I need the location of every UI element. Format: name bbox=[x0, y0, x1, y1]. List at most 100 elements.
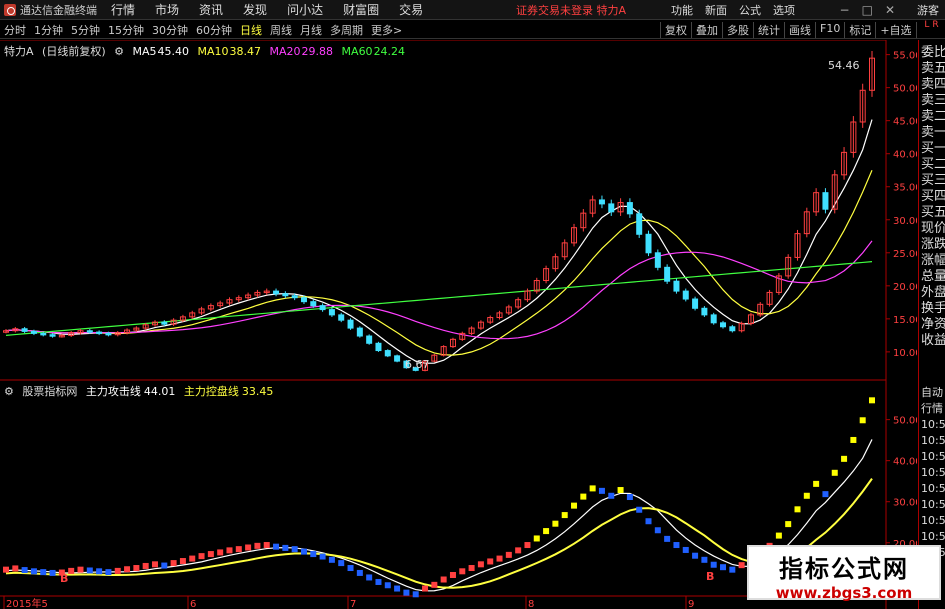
candle-body bbox=[356, 327, 363, 337]
tool-overlay[interactable]: 叠加 bbox=[691, 21, 722, 38]
candle-body bbox=[338, 314, 345, 321]
period-monthly[interactable]: 月线 bbox=[296, 22, 326, 38]
tool-stats[interactable]: 统计 bbox=[753, 21, 784, 38]
period-15min[interactable]: 15分钟 bbox=[104, 22, 148, 38]
signal-bar bbox=[505, 551, 512, 558]
signal-bar bbox=[217, 549, 224, 556]
signal-bar bbox=[114, 567, 121, 574]
tool-multi-stock[interactable]: 多股 bbox=[722, 21, 753, 38]
ma20-name: MA20 bbox=[269, 45, 301, 58]
signal-bar bbox=[263, 542, 270, 549]
menu-item-discover[interactable]: 发现 bbox=[243, 1, 267, 18]
signal-bar bbox=[189, 555, 196, 562]
signal-bar bbox=[869, 397, 875, 404]
ma60-value: 24.24 bbox=[373, 45, 406, 58]
signal-bar bbox=[412, 591, 419, 598]
period-30min[interactable]: 30分钟 bbox=[148, 22, 192, 38]
y-tick-label: 15.00 bbox=[893, 315, 917, 326]
control-line-name: 主力控盘线 bbox=[183, 385, 239, 398]
candle-body bbox=[384, 350, 391, 357]
candle-body bbox=[300, 297, 307, 303]
close-icon[interactable]: ✕ bbox=[885, 3, 895, 17]
signal-bar bbox=[487, 558, 494, 565]
menu-options[interactable]: 选项 bbox=[773, 2, 795, 18]
signal-bar bbox=[151, 561, 158, 568]
period-daily[interactable]: 日线 bbox=[236, 22, 266, 38]
sidebar-time-item: 自动 bbox=[921, 386, 943, 399]
kline-chart[interactable]: 55.00 50.00 45.00 40.00 35.00 30.00 25.00 20.00… bbox=[0, 39, 922, 609]
signal-bar bbox=[422, 585, 429, 592]
period-timeshare[interactable]: 分时 bbox=[0, 22, 30, 38]
candle-body bbox=[347, 319, 354, 329]
signal-bar bbox=[589, 485, 596, 492]
menu-item-market[interactable]: 市场 bbox=[155, 1, 179, 18]
sidebar-item: 卖四 bbox=[921, 77, 945, 92]
period-more[interactable]: 更多> bbox=[367, 22, 406, 38]
menu-new-page[interactable]: 新面 bbox=[705, 2, 727, 18]
sub-y-tick-label: 40.00 bbox=[893, 457, 917, 468]
y-tick-label: 25.00 bbox=[893, 249, 917, 260]
menu-item-quotes[interactable]: 行情 bbox=[111, 1, 135, 18]
signal-bar bbox=[49, 569, 56, 576]
candle-body bbox=[673, 280, 680, 292]
signal-bar bbox=[133, 565, 140, 572]
lr-left: L bbox=[924, 20, 930, 30]
lr-indicator[interactable]: L R bbox=[918, 21, 945, 40]
candle-body bbox=[273, 290, 280, 295]
signal-bar bbox=[524, 542, 531, 549]
x-tick-label: 2015年5 bbox=[6, 597, 48, 609]
menu-item-wealth[interactable]: 财富圈 bbox=[343, 1, 379, 18]
signal-bar bbox=[850, 436, 857, 443]
sidebar-item: 卖三 bbox=[921, 93, 945, 108]
signal-bar bbox=[682, 546, 689, 553]
sidebar-time-item: 10:51 bbox=[921, 466, 945, 479]
signal-bar bbox=[86, 567, 93, 574]
signal-bar bbox=[515, 547, 522, 554]
period-60min[interactable]: 60分钟 bbox=[192, 22, 236, 38]
menu-item-trade[interactable]: 交易 bbox=[399, 1, 423, 18]
menu-function[interactable]: 功能 bbox=[671, 2, 693, 18]
candle-body bbox=[626, 202, 633, 215]
tool-draw[interactable]: 画线 bbox=[784, 21, 815, 38]
minimize-icon[interactable]: − bbox=[840, 3, 850, 17]
login-status[interactable]: 证券交易未登录 特力A bbox=[516, 2, 626, 18]
candle-body bbox=[664, 266, 671, 282]
menu-formula[interactable]: 公式 bbox=[739, 2, 761, 18]
period-5min[interactable]: 5分钟 bbox=[67, 22, 104, 38]
sidebar-item: 净资 bbox=[921, 317, 945, 332]
tool-f10[interactable]: F10 bbox=[815, 21, 844, 38]
menu-item-ask[interactable]: 问小达 bbox=[287, 1, 323, 18]
candle-body bbox=[822, 192, 829, 210]
sidebar-item: 外盘 bbox=[921, 285, 945, 300]
period-weekly[interactable]: 周线 bbox=[266, 22, 296, 38]
tool-add-watchlist[interactable]: +自选 bbox=[875, 21, 917, 38]
signal-bar bbox=[291, 546, 298, 553]
candle-body bbox=[21, 328, 28, 332]
x-tick-label: 9 bbox=[688, 599, 694, 609]
signal-bar bbox=[77, 566, 84, 573]
ma10-value: 38.47 bbox=[229, 45, 262, 58]
guest-label[interactable]: 游客 bbox=[917, 2, 939, 18]
sub-gear-icon[interactable]: ⚙ bbox=[4, 385, 14, 398]
signal-bar bbox=[803, 492, 810, 499]
chart-area[interactable]: 55.00 50.00 45.00 40.00 35.00 30.00 25.00 20.00… bbox=[0, 39, 922, 609]
signal-bar bbox=[440, 576, 447, 583]
signal-bar bbox=[142, 562, 149, 569]
tool-mark[interactable]: 标记 bbox=[844, 21, 875, 38]
maximize-icon[interactable]: □ bbox=[862, 3, 873, 17]
y-tick-label: 50.00 bbox=[893, 84, 917, 95]
period-1min[interactable]: 1分钟 bbox=[30, 22, 67, 38]
signal-bar bbox=[654, 527, 661, 534]
sidebar-item: 卖一 bbox=[921, 125, 945, 140]
signal-bar bbox=[598, 487, 605, 494]
menu-item-news[interactable]: 资讯 bbox=[199, 1, 223, 18]
signal-bar bbox=[692, 552, 699, 559]
tool-adjust[interactable]: 复权 bbox=[660, 21, 691, 38]
control-line-value: 33.45 bbox=[241, 385, 274, 398]
signal-bar bbox=[273, 543, 280, 550]
sub-y-tick-label: 50.00 bbox=[893, 416, 917, 427]
settings-gear-icon[interactable]: ⚙ bbox=[114, 45, 124, 58]
period-multi[interactable]: 多周期 bbox=[326, 22, 367, 38]
candle-body bbox=[30, 330, 37, 334]
candle-body bbox=[394, 355, 401, 362]
